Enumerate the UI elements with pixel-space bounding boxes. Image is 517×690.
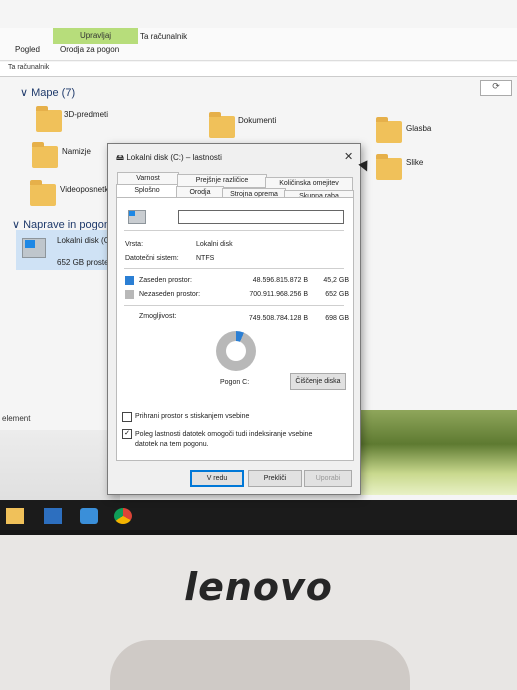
drive-free: 652 GB proste	[57, 258, 109, 267]
tab-manage[interactable]: Upravljaj	[53, 28, 138, 44]
free-space-bytes: 700.911.968.256 B	[249, 291, 308, 298]
used-space-bytes: 48.596.815.872 B	[252, 277, 308, 284]
index-checkbox[interactable]: ✓	[122, 429, 132, 439]
cancel-button[interactable]: Prekliči	[248, 470, 302, 487]
status-bar-text: element	[2, 414, 31, 423]
used-space-swatch	[125, 276, 134, 285]
windows-logo-icon	[129, 211, 135, 216]
folder-label[interactable]: Slike	[406, 158, 423, 167]
general-panel	[116, 197, 354, 461]
drive-letter-label: Pogon C:	[220, 379, 250, 386]
folder-label[interactable]: Dokumenti	[238, 116, 276, 125]
index-label: Poleg lastnosti datotek omogoči tudi ind…	[135, 431, 313, 448]
capacity-gb: 698 GB	[325, 315, 349, 322]
dialog-title: 🖴 Lokalni disk (C:) – lastnosti	[116, 153, 222, 162]
tab-view[interactable]: Pogled	[15, 45, 40, 54]
monitor-stand	[110, 640, 410, 690]
windows-logo-icon	[25, 240, 35, 248]
refresh-button[interactable]: ⟳	[480, 80, 512, 96]
folder-icon[interactable]	[32, 142, 58, 168]
type-value: Lokalni disk	[196, 241, 233, 248]
free-space-label: Nezaseden prostor:	[139, 291, 201, 298]
mail-taskbar-icon[interactable]	[80, 508, 98, 524]
folder-icon[interactable]	[376, 117, 402, 143]
used-space-label: Zaseden prostor:	[139, 277, 192, 284]
filesystem-label: Datotečni sistem:	[125, 255, 179, 262]
folder-icon[interactable]	[30, 180, 56, 206]
folders-group-header[interactable]: ∨ Mape (7)	[20, 86, 75, 99]
taskbar	[0, 500, 517, 530]
used-space-gb: 45,2 GB	[323, 277, 349, 284]
capacity-bytes: 749.508.784.128 B	[248, 315, 308, 322]
apply-button[interactable]: Uporabi	[304, 470, 352, 487]
drive-name-input[interactable]	[178, 210, 344, 224]
close-icon[interactable]: ✕	[344, 150, 353, 163]
folder-icon[interactable]	[209, 112, 235, 138]
address-text: Ta računalnik	[8, 64, 50, 71]
disk-usage-donut	[216, 331, 256, 371]
folder-label[interactable]: Videoposnetk	[60, 185, 108, 194]
tab-general[interactable]: Splošno	[116, 184, 178, 198]
folder-label[interactable]: 3D-predmeti	[64, 110, 108, 119]
file-explorer-taskbar-icon[interactable]	[6, 508, 24, 524]
desktop-background	[0, 430, 120, 500]
donut-hole	[226, 341, 246, 361]
separator	[124, 305, 344, 306]
free-space-swatch	[125, 290, 134, 299]
drive-name: Lokalni disk (C	[57, 236, 110, 245]
folder-icon[interactable]	[36, 106, 62, 132]
compress-label: Prihrani prostor s stiskanjem vsebine	[135, 413, 250, 420]
folder-label[interactable]: Namizje	[62, 147, 91, 156]
address-bar[interactable]: Ta računalnik	[0, 62, 517, 77]
compress-checkbox[interactable]	[122, 412, 132, 422]
properties-dialog: 🖴 Lokalni disk (C:) – lastnosti ✕ Varnos…	[107, 143, 361, 495]
chrome-taskbar-icon[interactable]	[114, 508, 132, 524]
window-title: Ta računalnik	[140, 32, 188, 41]
separator	[124, 268, 344, 269]
disk-cleanup-button[interactable]: Čiščenje diska	[290, 373, 346, 390]
ok-button[interactable]: V redu	[190, 470, 244, 487]
tab-drive-tools[interactable]: Orodja za pogon	[60, 45, 119, 54]
free-space-gb: 652 GB	[325, 291, 349, 298]
separator	[124, 230, 344, 231]
folder-icon[interactable]	[376, 154, 402, 180]
store-taskbar-icon[interactable]	[44, 508, 62, 524]
desktop-wallpaper	[355, 410, 517, 495]
capacity-label: Zmogljivost:	[139, 313, 177, 320]
lenovo-logo: lenovo	[184, 565, 333, 609]
type-label: Vrsta:	[125, 241, 144, 248]
filesystem-value: NTFS	[196, 255, 215, 262]
folder-label[interactable]: Glasba	[406, 124, 431, 133]
